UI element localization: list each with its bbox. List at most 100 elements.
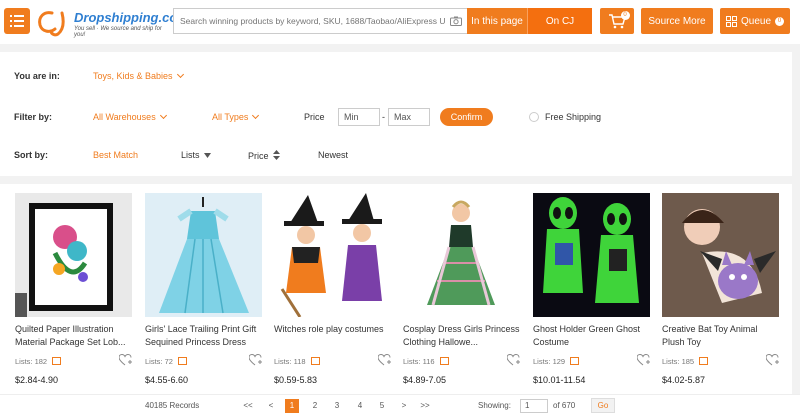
heart-plus-icon[interactable] xyxy=(249,354,262,366)
product-title[interactable]: Quilted Paper Illustration Material Pack… xyxy=(15,323,132,349)
warehouse-dropdown[interactable]: All Warehouses xyxy=(93,111,167,122)
product-lists: Lists: 118 xyxy=(274,354,391,367)
product-image[interactable] xyxy=(15,193,132,317)
sort-price-label: Price xyxy=(248,150,269,161)
queue-button[interactable]: Queue 0 xyxy=(720,8,790,34)
page-3-button[interactable]: 3 xyxy=(331,399,343,413)
confirm-button[interactable]: Confirm xyxy=(440,108,493,126)
price-label: Price xyxy=(304,112,325,122)
records-count: 40185 Records xyxy=(145,401,200,410)
queue-count-badge: 0 xyxy=(775,16,785,26)
list-menu-icon xyxy=(10,15,24,27)
free-shipping-radio[interactable] xyxy=(529,112,539,122)
type-dropdown[interactable]: All Types xyxy=(212,111,260,122)
cart-button[interactable]: 0 xyxy=(600,8,634,34)
product-price: $2.84-4.90 xyxy=(15,375,59,385)
chevron-down-icon xyxy=(252,111,260,120)
product-card[interactable]: Creative Bat Toy Animal Plush Toy Lists:… xyxy=(662,193,779,385)
heart-plus-icon[interactable] xyxy=(378,354,391,366)
lists-count: Lists: 116 xyxy=(403,356,435,366)
product-lists: Lists: 182 xyxy=(15,354,132,367)
cj-logo[interactable]: Dropshipping.com You sell · We source an… xyxy=(36,7,189,38)
free-shipping-label: Free Shipping xyxy=(545,112,602,122)
first-page-button[interactable]: << xyxy=(242,399,254,413)
heart-plus-icon[interactable] xyxy=(119,354,132,366)
category-row: You are in: Toys, Kids & Babies xyxy=(0,66,792,86)
sort-lists-label: Lists xyxy=(181,150,200,160)
price-min-input[interactable]: Min xyxy=(338,108,380,126)
search-box xyxy=(173,8,467,34)
cj-logo-mark-icon xyxy=(38,11,65,37)
category-dropdown[interactable]: Toys, Kids & Babies xyxy=(93,70,184,81)
lists-count: Lists: 129 xyxy=(533,356,566,366)
product-title[interactable]: Witches role play costumes xyxy=(274,323,391,349)
chevron-down-icon xyxy=(176,70,184,79)
pagination-bar: 40185 Records << < 1 2 3 4 5 > >> Showin… xyxy=(0,394,800,414)
product-title[interactable]: Creative Bat Toy Animal Plush Toy xyxy=(662,323,779,349)
product-lists: Lists: 72 xyxy=(145,354,262,367)
product-price: $4.55-6.60 xyxy=(145,375,189,385)
heart-plus-icon[interactable] xyxy=(637,354,650,366)
product-card[interactable]: Quilted Paper Illustration Material Pack… xyxy=(15,193,132,385)
prev-page-button[interactable]: < xyxy=(265,399,277,413)
filter-row: Filter by: All Warehouses All Types Pric… xyxy=(0,107,792,127)
cart-count-badge: 0 xyxy=(620,10,630,20)
product-image[interactable] xyxy=(662,193,779,317)
showing-label: Showing: xyxy=(478,401,511,410)
price-dash: - xyxy=(382,112,385,122)
search-in-page-button[interactable]: In this page xyxy=(467,8,527,34)
lists-count: Lists: 182 xyxy=(15,356,48,366)
top-header: Dropshipping.com You sell · We source an… xyxy=(0,0,800,44)
lists-count: Lists: 118 xyxy=(274,356,306,366)
search-input[interactable] xyxy=(174,9,445,33)
price-max-input[interactable]: Max xyxy=(388,108,430,126)
store-icon xyxy=(52,357,62,365)
heart-plus-icon[interactable] xyxy=(507,354,520,366)
sort-newest[interactable]: Newest xyxy=(318,150,348,160)
go-button[interactable]: Go xyxy=(591,398,615,413)
page-5-button[interactable]: 5 xyxy=(376,399,388,413)
product-title[interactable]: Ghost Holder Green Ghost Costume xyxy=(533,323,650,349)
sort-lists[interactable]: Lists xyxy=(181,150,212,160)
logo-text: Dropshipping.com xyxy=(74,10,189,25)
product-price: $0.59-5.83 xyxy=(274,375,318,385)
filter-panel: You are in: Toys, Kids & Babies Filter b… xyxy=(0,52,792,176)
page-2-button[interactable]: 2 xyxy=(309,399,321,413)
product-price: $10.01-11.54 xyxy=(533,375,586,385)
type-value: All Types xyxy=(212,112,249,122)
last-page-button[interactable]: >> xyxy=(419,399,431,413)
store-icon xyxy=(177,357,187,365)
lists-count: Lists: 185 xyxy=(662,356,695,366)
product-card[interactable]: Ghost Holder Green Ghost Costume Lists: … xyxy=(533,193,650,385)
product-image[interactable] xyxy=(145,193,262,317)
next-page-button[interactable]: > xyxy=(398,399,410,413)
page-1-button[interactable]: 1 xyxy=(285,399,299,413)
page-number-input[interactable]: 1 xyxy=(520,399,548,413)
sort-up-down-icon xyxy=(273,149,281,160)
sort-best-match[interactable]: Best Match xyxy=(93,150,138,160)
sort-price[interactable]: Price xyxy=(248,149,281,161)
category-value: Toys, Kids & Babies xyxy=(93,71,173,81)
product-title[interactable]: Girls' Lace Trailing Print Gift Sequined… xyxy=(145,323,262,349)
product-image[interactable] xyxy=(403,193,520,317)
product-image[interactable] xyxy=(274,193,391,317)
logo-tagline: You sell · We source and ship for you! xyxy=(74,26,162,38)
heart-plus-icon[interactable] xyxy=(766,354,779,366)
filter-by-label: Filter by: xyxy=(14,112,53,122)
you-are-in-label: You are in: xyxy=(14,71,60,81)
search-on-cj-button[interactable]: On CJ xyxy=(527,8,592,34)
grid-apps-icon xyxy=(725,15,737,27)
warehouse-value: All Warehouses xyxy=(93,112,156,122)
source-more-button[interactable]: Source More xyxy=(641,8,713,34)
product-card[interactable]: Witches role play costumes Lists: 118 $0… xyxy=(274,193,391,385)
product-title[interactable]: Cosplay Dress Girls Princess Clothing Ha… xyxy=(403,323,520,349)
product-card[interactable]: Girls' Lace Trailing Print Gift Sequined… xyxy=(145,193,262,385)
page-4-button[interactable]: 4 xyxy=(354,399,366,413)
sort-row: Sort by: Best Match Lists Price Newest xyxy=(0,145,792,165)
menu-button[interactable] xyxy=(4,8,30,34)
product-price: $4.89-7.05 xyxy=(403,375,447,385)
caret-down-icon xyxy=(204,153,212,158)
image-search-button[interactable] xyxy=(445,9,467,33)
product-card[interactable]: Cosplay Dress Girls Princess Clothing Ha… xyxy=(403,193,520,385)
product-image[interactable] xyxy=(533,193,650,317)
